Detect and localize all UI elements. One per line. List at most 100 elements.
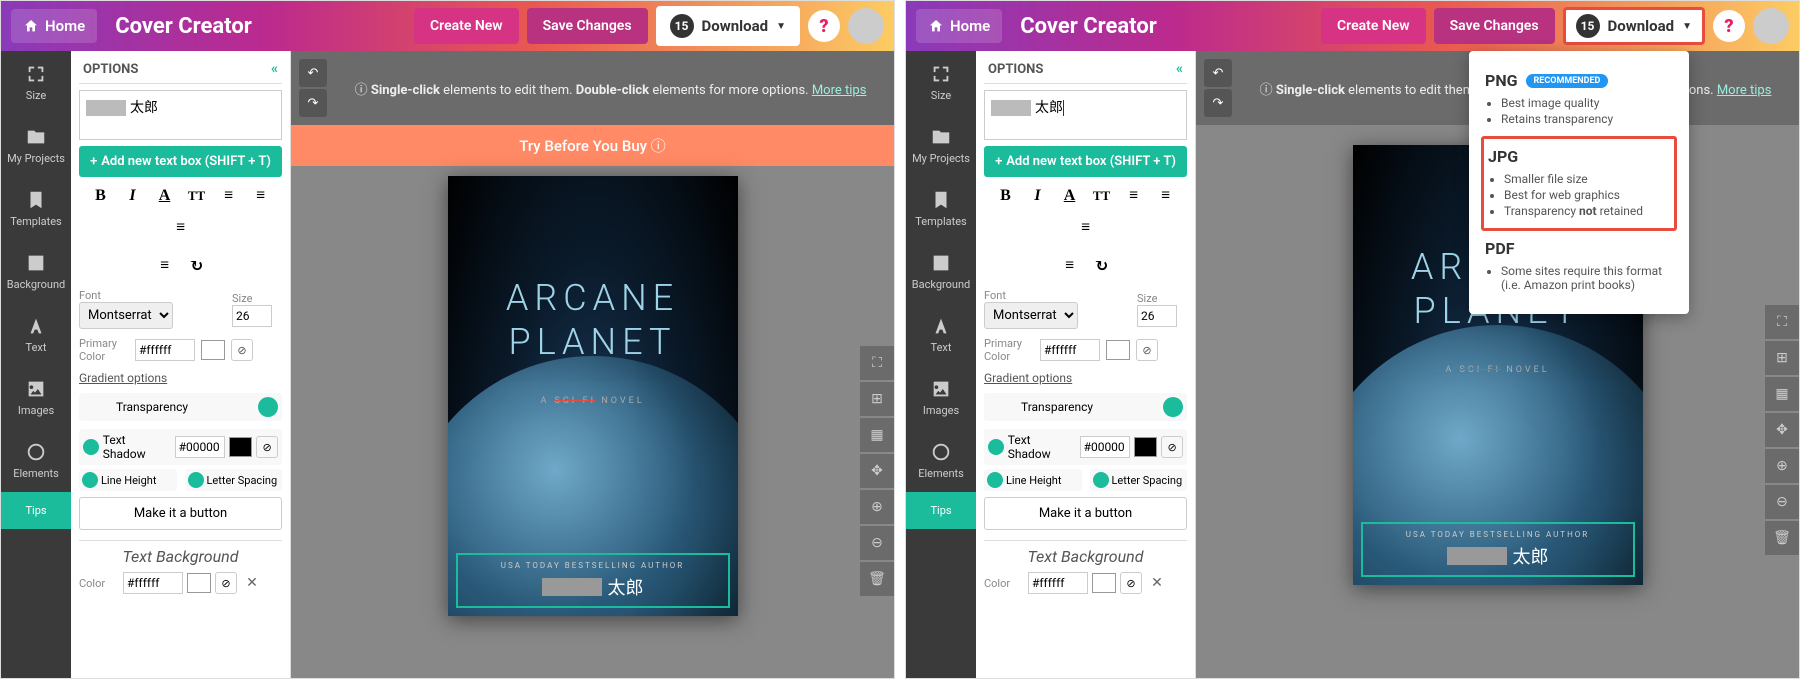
cover-title[interactable]: ARCANEPLANET (448, 276, 738, 364)
fullscreen-button[interactable]: ⛶ (1765, 305, 1799, 339)
redo-button[interactable]: ↷ (299, 89, 327, 117)
dropdown-option-pdf[interactable]: PDF Some sites require this format (i.e.… (1481, 231, 1677, 302)
book-cover-canvas[interactable]: ARCANEPLANET A SCI-FI NOVEL USA TODAY BE… (448, 176, 738, 616)
shadow-picker-button[interactable]: ⊘ (256, 436, 278, 458)
sidebar-item-tips[interactable]: Tips (906, 492, 976, 529)
align-justify-button[interactable]: ≡ (1057, 253, 1083, 279)
transparency-toggle[interactable]: Transparency (984, 393, 1187, 421)
bg-picker-button[interactable]: ⊘ (1120, 572, 1142, 594)
trash-button[interactable]: 🗑 (1765, 521, 1799, 555)
primary-color-swatch[interactable] (201, 340, 225, 360)
sidebar-item-tips[interactable]: Tips (1, 492, 71, 529)
cover-subtitle[interactable]: A SCI-FI NOVEL (1353, 365, 1643, 375)
make-button-button[interactable]: Make it a button (984, 497, 1187, 530)
zoom-out-button[interactable]: ⊖ (1765, 485, 1799, 519)
download-button-highlighted[interactable]: 15 Download ▼ (1563, 7, 1705, 45)
transparency-toggle[interactable]: Transparency (79, 393, 282, 421)
color-picker-button[interactable]: ⊘ (231, 339, 253, 361)
letter-spacing-slider[interactable]: Letter Spacing (185, 469, 283, 491)
sidebar-item-projects[interactable]: My Projects (906, 114, 976, 177)
close-button[interactable]: ✕ (1146, 572, 1168, 594)
sidebar-item-size[interactable]: Size (1, 51, 71, 114)
rotate-button[interactable]: ↻ (1089, 253, 1115, 279)
font-select[interactable]: Montserrat (79, 302, 173, 329)
sidebar-item-background[interactable]: Background (1, 240, 71, 303)
primary-color-swatch[interactable] (1106, 340, 1130, 360)
trash-button[interactable]: 🗑 (860, 562, 894, 596)
home-button[interactable]: Home (916, 9, 1002, 43)
underline-button[interactable]: A (1057, 183, 1083, 209)
align-left-button[interactable]: ≡ (216, 183, 242, 209)
try-banner[interactable]: Try Before You Buy ⓘ (291, 125, 894, 166)
save-changes-button[interactable]: Save Changes (1434, 8, 1555, 44)
create-new-button[interactable]: Create New (1321, 8, 1426, 44)
align-justify-button[interactable]: ≡ (152, 253, 178, 279)
line-height-slider[interactable]: Line Height (984, 469, 1082, 491)
rotate-button[interactable]: ↻ (184, 253, 210, 279)
save-changes-button[interactable]: Save Changes (527, 8, 648, 44)
shadow-color-input[interactable] (175, 436, 225, 458)
dropdown-option-png[interactable]: PNGRECOMMENDED Best image quality Retain… (1481, 63, 1677, 136)
text-content-input[interactable]: 太郎 (79, 90, 282, 140)
italic-button[interactable]: I (1025, 183, 1051, 209)
primary-color-input[interactable] (135, 339, 195, 361)
help-button[interactable]: ? (808, 10, 840, 42)
shadow-swatch[interactable] (229, 437, 253, 457)
sidebar-item-elements[interactable]: Elements (1, 429, 71, 492)
grid-button[interactable]: ⊞ (1765, 341, 1799, 375)
sidebar-item-images[interactable]: Images (906, 366, 976, 429)
eyedropper-button[interactable]: ✥ (860, 454, 894, 488)
eyedropper-button[interactable]: ✥ (1765, 413, 1799, 447)
zoom-out-button[interactable]: ⊖ (860, 526, 894, 560)
text-shadow-toggle[interactable]: Text Shadow ⊘ (984, 429, 1187, 465)
font-size-input[interactable] (232, 305, 272, 327)
bg-picker-button[interactable]: ⊘ (215, 572, 237, 594)
case-button[interactable]: TT (1089, 183, 1115, 209)
italic-button[interactable]: I (120, 183, 146, 209)
bold-button[interactable]: B (88, 183, 114, 209)
align-right-button[interactable]: ≡ (168, 215, 194, 241)
grid2-button[interactable]: ▦ (860, 418, 894, 452)
align-left-button[interactable]: ≡ (1121, 183, 1147, 209)
grid-button[interactable]: ⊞ (860, 382, 894, 416)
primary-color-input[interactable] (1040, 339, 1100, 361)
text-shadow-toggle[interactable]: Text Shadow ⊘ (79, 429, 282, 465)
download-button[interactable]: 15 Download ▼ (656, 6, 800, 46)
shadow-picker-button[interactable]: ⊘ (1161, 436, 1183, 458)
align-right-button[interactable]: ≡ (1073, 215, 1099, 241)
zoom-in-button[interactable]: ⊕ (860, 490, 894, 524)
bg-color-swatch[interactable] (1092, 573, 1116, 593)
help-button[interactable]: ? (1713, 10, 1745, 42)
line-height-slider[interactable]: Line Height (79, 469, 177, 491)
bg-color-input[interactable] (1028, 572, 1088, 594)
shadow-swatch[interactable] (1134, 437, 1158, 457)
sidebar-item-text[interactable]: Text (906, 303, 976, 366)
sidebar-item-text[interactable]: Text (1, 303, 71, 366)
text-content-input[interactable]: 太郎 (984, 90, 1187, 140)
make-button-button[interactable]: Make it a button (79, 497, 282, 530)
align-center-button[interactable]: ≡ (248, 183, 274, 209)
shadow-color-input[interactable] (1080, 436, 1130, 458)
sidebar-item-background[interactable]: Background (906, 240, 976, 303)
color-picker-button[interactable]: ⊘ (1136, 339, 1158, 361)
author-textbox-selected[interactable]: USA TODAY BESTSELLING AUTHOR 太郎 (456, 553, 730, 608)
collapse-icon[interactable]: « (271, 61, 278, 77)
font-select[interactable]: Montserrat (984, 302, 1078, 329)
collapse-icon[interactable]: « (1176, 61, 1183, 77)
user-avatar[interactable] (848, 8, 884, 44)
dropdown-option-jpg-highlighted[interactable]: JPG Smaller file size Best for web graph… (1481, 136, 1677, 231)
font-size-input[interactable] (1137, 305, 1177, 327)
case-button[interactable]: TT (184, 183, 210, 209)
sidebar-item-size[interactable]: Size (906, 51, 976, 114)
bold-button[interactable]: B (993, 183, 1019, 209)
add-textbox-button[interactable]: +Add new text box (SHIFT + T) (984, 146, 1187, 177)
letter-spacing-slider[interactable]: Letter Spacing (1090, 469, 1188, 491)
sidebar-item-elements[interactable]: Elements (906, 429, 976, 492)
bg-color-swatch[interactable] (187, 573, 211, 593)
align-center-button[interactable]: ≡ (1153, 183, 1179, 209)
add-textbox-button[interactable]: +Add new text box (SHIFT + T) (79, 146, 282, 177)
author-textbox-selected[interactable]: USA TODAY BESTSELLING AUTHOR 太郎 (1361, 522, 1635, 577)
more-tips-link[interactable]: More tips (1717, 83, 1772, 98)
home-button[interactable]: Home (11, 9, 97, 43)
undo-button[interactable]: ↶ (299, 59, 327, 87)
